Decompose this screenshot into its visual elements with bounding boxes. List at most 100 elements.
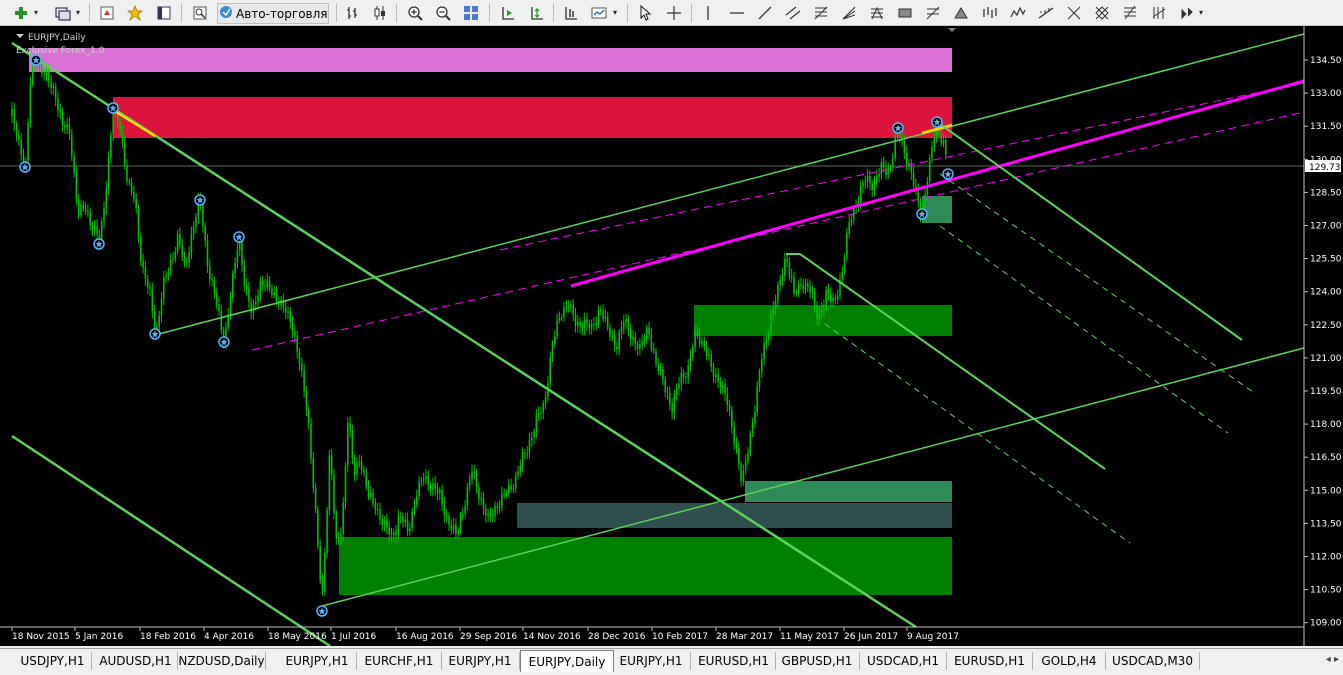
arrows-dropdown-icon[interactable]: ▾ <box>1196 3 1206 22</box>
tab-scroll-arrows-icon[interactable]: ◂ ▸ <box>1326 654 1339 665</box>
candle <box>204 222 206 248</box>
trendline-icon[interactable] <box>754 3 776 22</box>
time-tick-label: 26 Jun 2017 <box>844 632 898 642</box>
shift-marker-icon[interactable] <box>948 28 956 32</box>
cursor-icon[interactable] <box>634 3 656 22</box>
chart-menu-icon[interactable] <box>16 34 24 38</box>
navigator-icon[interactable] <box>124 3 146 22</box>
gann-line-icon[interactable] <box>1063 3 1085 22</box>
chart-tab[interactable]: EURJPY,H1 <box>278 652 357 670</box>
gann-grid-icon[interactable] <box>1091 3 1113 22</box>
candle <box>648 321 650 339</box>
chart-tab[interactable]: EURUSD,H1 <box>692 652 776 670</box>
chart-tab[interactable]: EURJPY,H1 <box>612 652 691 670</box>
candle <box>218 297 220 315</box>
triangle-icon[interactable] <box>950 3 972 22</box>
candle <box>459 511 462 535</box>
fibo-levels-icon[interactable] <box>1119 3 1141 22</box>
data-window-icon[interactable] <box>153 3 175 22</box>
chart-tab[interactable]: AUDUSD,H1 <box>94 652 178 670</box>
fibo-retracement-icon[interactable] <box>810 3 832 22</box>
swing-star-icon <box>30 54 42 66</box>
chart-tab[interactable]: EURUSD,H1 <box>947 652 1033 670</box>
candle <box>588 319 591 335</box>
zoom-in-icon[interactable] <box>404 3 426 22</box>
candle <box>574 307 577 333</box>
andrews-pitchfork-icon[interactable] <box>979 3 1001 22</box>
candle <box>836 289 839 304</box>
chart-tab[interactable]: GOLD,H4 <box>1033 652 1106 670</box>
candle <box>82 200 85 212</box>
candle <box>577 315 579 333</box>
market-watch-icon[interactable] <box>96 3 118 22</box>
fibo-time-icon[interactable] <box>1148 3 1170 22</box>
candle <box>703 336 706 352</box>
equidistant-channel-icon[interactable] <box>782 3 804 22</box>
tile-windows-icon[interactable] <box>460 3 482 22</box>
chart-tab[interactable]: USDJPY,H1 <box>14 652 92 670</box>
new-chart-icon[interactable] <box>10 3 32 22</box>
chart-canvas[interactable]: EURJPY,Daily Exclusive Forex_1.0 134.50 1… <box>0 26 1343 646</box>
price-chart[interactable]: EURJPY,Daily Exclusive Forex_1.0 134.50 1… <box>0 26 1343 646</box>
candlestick-icon[interactable] <box>370 3 392 22</box>
candle <box>103 201 105 229</box>
chart-tab[interactable]: USDCAD,M30 <box>1106 652 1200 670</box>
candle <box>731 406 733 434</box>
chart-shift-icon[interactable] <box>526 3 548 22</box>
chart-tab[interactable]: EURJPY,H1 <box>441 652 520 670</box>
candle <box>501 486 503 512</box>
arrows-icon[interactable] <box>1176 3 1198 22</box>
bar-chart-icon[interactable] <box>341 3 363 22</box>
candle <box>243 259 246 292</box>
auto-trading-button[interactable]: Авто-торговля <box>217 3 329 24</box>
chart-tab[interactable]: USDCAD,H1 <box>860 652 947 670</box>
candle <box>567 300 570 313</box>
candle <box>517 465 519 480</box>
candle <box>643 333 646 347</box>
price-tick-label: 109.00 <box>1310 619 1342 629</box>
zoom-out-icon[interactable] <box>432 3 454 22</box>
candle <box>680 367 683 391</box>
candle <box>915 178 917 196</box>
candle <box>273 285 275 299</box>
candle <box>436 482 439 501</box>
candle <box>710 349 712 372</box>
rectangle-icon[interactable] <box>894 3 916 22</box>
vertical-line-icon[interactable] <box>697 3 719 22</box>
chart-tab[interactable]: GBPUSD,H1 <box>775 652 860 670</box>
candle <box>549 351 551 389</box>
candle <box>427 470 430 492</box>
candle <box>266 273 269 292</box>
strategy-tester-icon[interactable] <box>189 3 211 22</box>
new-chart-dropdown-icon[interactable]: ▾ <box>31 3 41 22</box>
candle <box>397 509 400 539</box>
time-tick-label: 16 Aug 2016 <box>396 632 454 642</box>
candle <box>807 278 809 293</box>
crosshair-icon[interactable] <box>663 3 685 22</box>
candle <box>565 300 568 313</box>
descending-channel-a-mid <box>939 173 1257 395</box>
candle <box>71 129 73 162</box>
candle <box>728 399 731 417</box>
chart-tab[interactable]: EURCHF,H1 <box>357 652 442 670</box>
elliott-wave-icon[interactable] <box>1007 3 1029 22</box>
candle <box>172 252 174 265</box>
time-tick-label: 9 Aug 2017 <box>907 632 959 642</box>
candle <box>850 213 853 227</box>
templates-dropdown-icon[interactable]: ▾ <box>610 3 620 22</box>
fibo-expansion-icon[interactable] <box>866 3 888 22</box>
fibo-arcs-icon[interactable] <box>922 3 944 22</box>
periods-icon[interactable] <box>560 3 582 22</box>
candle <box>491 508 494 523</box>
candle <box>675 383 678 401</box>
channel-icon[interactable] <box>1035 3 1057 22</box>
profiles-icon[interactable] <box>52 3 74 22</box>
horizontal-line-icon[interactable] <box>726 3 748 22</box>
candle <box>374 498 377 516</box>
fibo-fan-icon[interactable] <box>838 3 860 22</box>
autoscroll-icon[interactable] <box>497 3 519 22</box>
chart-tab[interactable]: NZDUSD,Daily <box>178 652 266 670</box>
profiles-dropdown-icon[interactable]: ▾ <box>73 3 83 22</box>
templates-icon[interactable] <box>588 3 610 22</box>
chart-tab[interactable]: EURJPY,Daily <box>520 650 614 672</box>
